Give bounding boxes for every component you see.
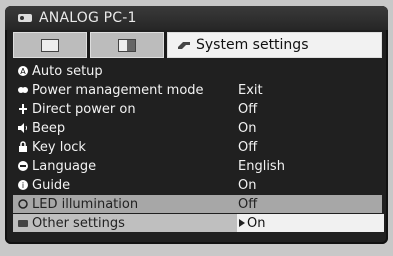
- row-value: Exit: [238, 82, 263, 98]
- blank-page-icon: [41, 38, 59, 52]
- row-direct-power[interactable]: Direct power on Off: [13, 100, 382, 118]
- language-icon: [18, 161, 28, 171]
- row-label: Guide: [32, 177, 71, 193]
- power-management-icon: [18, 87, 28, 93]
- row-label: Auto setup: [32, 63, 103, 79]
- led-icon: [18, 199, 28, 209]
- row-value: English: [238, 158, 285, 174]
- tab-system-settings[interactable]: System settings: [167, 32, 382, 58]
- menu-tabs: System settings: [13, 32, 382, 58]
- row-key-lock[interactable]: Key lock Off: [13, 138, 382, 156]
- row-label: Direct power on: [32, 101, 136, 117]
- svg-text:i: i: [22, 181, 24, 190]
- row-value: Off: [238, 196, 258, 212]
- row-guide[interactable]: i Guide On: [13, 176, 382, 194]
- row-language[interactable]: Language English: [13, 157, 382, 175]
- row-value: On: [247, 215, 266, 231]
- row-label: LED illumination: [32, 196, 139, 212]
- half-page-icon: [118, 38, 136, 52]
- lock-icon: [19, 141, 27, 152]
- row-label: Key lock: [32, 139, 86, 155]
- row-value: On: [238, 120, 257, 136]
- row-power-management[interactable]: Power management mode Exit: [13, 81, 382, 99]
- menu-titlebar: ANALOG PC-1: [5, 6, 388, 30]
- row-value: On: [238, 177, 257, 193]
- projector-icon: [18, 14, 32, 22]
- tab-blank[interactable]: [13, 32, 87, 58]
- guide-icon: i: [18, 180, 28, 190]
- projector-menu-screen: ANALOG PC-1 System settings A Auto setup…: [5, 6, 388, 244]
- row-label: Language: [32, 158, 97, 174]
- play-arrow-icon: [239, 219, 245, 227]
- other-settings-icon: [18, 220, 28, 227]
- settings-list: A Auto setup Power management mode Exit …: [13, 62, 384, 233]
- svg-text:A: A: [20, 67, 26, 76]
- row-other-settings[interactable]: Other settings On: [13, 214, 384, 232]
- tab-system-settings-label: System settings: [196, 37, 309, 53]
- auto-setup-icon: A: [18, 66, 28, 76]
- beep-icon: [18, 123, 27, 133]
- row-value: Off: [238, 139, 258, 155]
- row-label: Other settings: [32, 215, 125, 231]
- row-auto-setup[interactable]: A Auto setup: [13, 62, 382, 80]
- tab-half[interactable]: [90, 32, 164, 58]
- row-label: Beep: [32, 120, 66, 136]
- direct-power-icon: [19, 104, 27, 114]
- row-value-selected: On: [237, 214, 384, 232]
- gear-icon: [178, 42, 190, 49]
- row-beep[interactable]: Beep On: [13, 119, 382, 137]
- row-led-illumination[interactable]: LED illumination Off: [13, 195, 382, 213]
- menu-title: ANALOG PC-1: [39, 10, 137, 26]
- row-label: Power management mode: [32, 82, 204, 98]
- device-frame: ANALOG PC-1 System settings A Auto setup…: [0, 0, 393, 256]
- row-value: Off: [238, 101, 258, 117]
